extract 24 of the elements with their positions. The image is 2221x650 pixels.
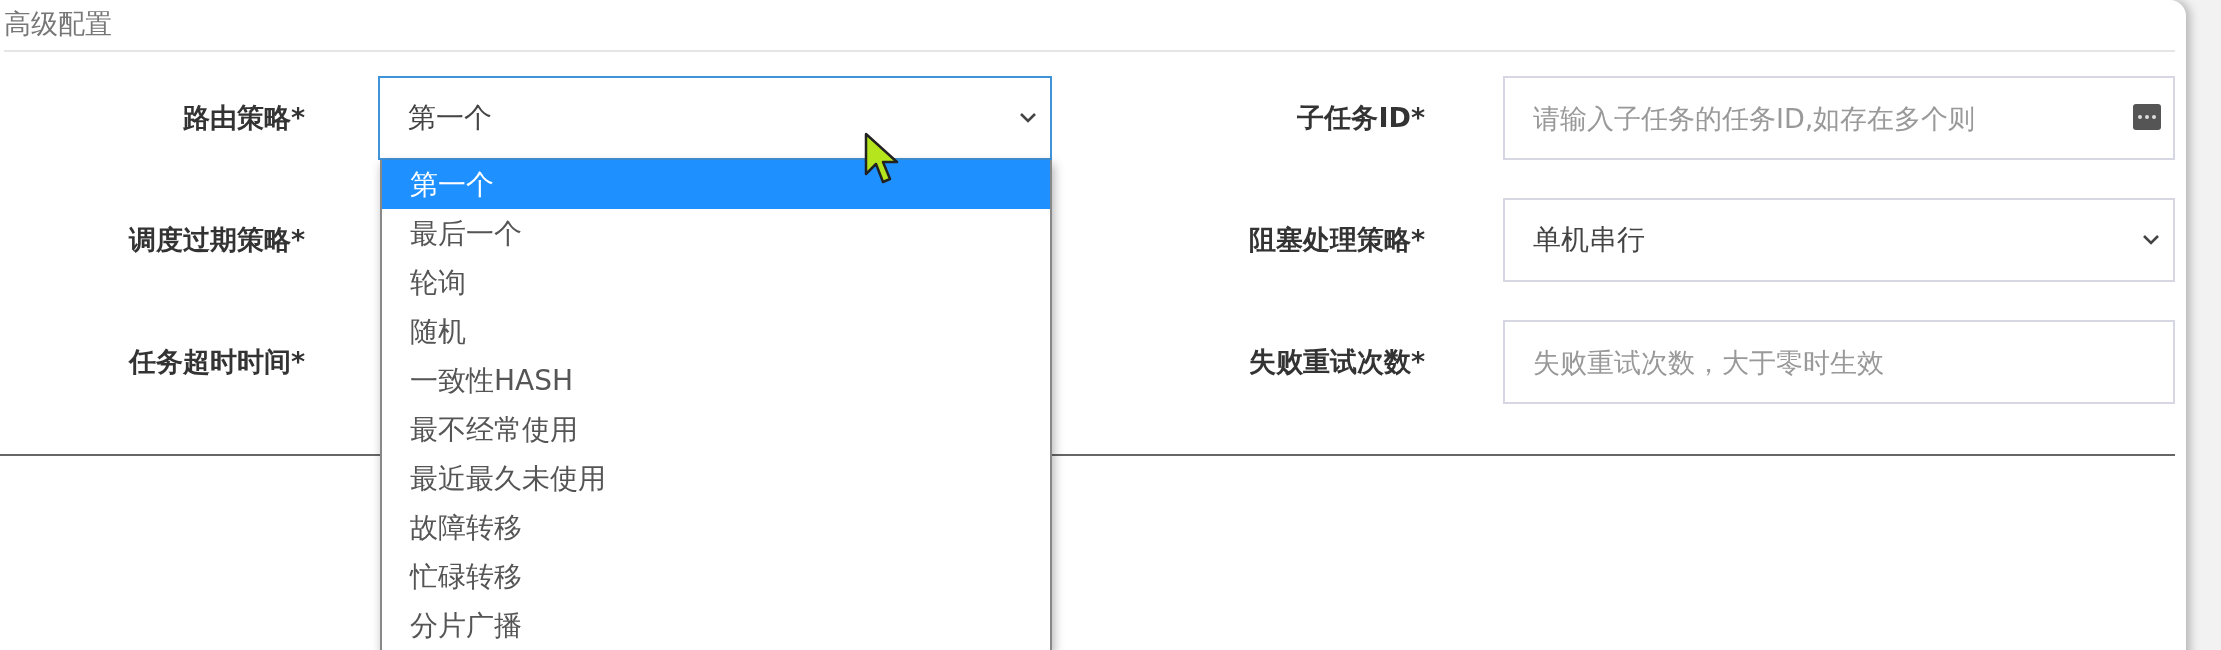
input-field[interactable]: 请输入子任务的任务ID,如存在多个则: [1503, 76, 2175, 160]
input-field[interactable]: 失败重试次数，大于零时生效: [1503, 320, 2175, 404]
dropdown-option[interactable]: 分片广播: [382, 601, 1050, 650]
field-label: 任务超时时间*: [127, 345, 305, 379]
dropdown-option[interactable]: 最后一个: [382, 209, 1050, 258]
chevron-down-icon: [2141, 233, 2161, 247]
select-field[interactable]: 单机串行: [1503, 198, 2175, 282]
field-label: 子任务ID*: [1296, 101, 1425, 135]
dropdown-option[interactable]: 故障转移: [382, 503, 1050, 552]
field-label: 阻塞处理策略*: [1247, 223, 1425, 257]
select-field[interactable]: 第一个: [378, 76, 1052, 160]
field-label: 失败重试次数*: [1247, 345, 1425, 379]
field-label: 调度过期策略*: [127, 223, 305, 257]
section-title: 高级配置: [3, 7, 113, 41]
chevron-down-icon: [1018, 111, 1038, 125]
dropdown-option[interactable]: 轮询: [382, 258, 1050, 307]
cursor-icon: [864, 132, 900, 184]
dropdown-option[interactable]: 随机: [382, 307, 1050, 356]
dropdown-option[interactable]: 忙碌转移: [382, 552, 1050, 601]
field-label: 路由策略*: [181, 101, 305, 135]
dropdown-option[interactable]: 一致性HASH: [382, 356, 1050, 405]
ellipsis-icon: [2133, 104, 2161, 130]
dropdown-option[interactable]: 最不经常使用: [382, 405, 1050, 454]
dropdown-option[interactable]: 最近最久未使用: [382, 454, 1050, 503]
